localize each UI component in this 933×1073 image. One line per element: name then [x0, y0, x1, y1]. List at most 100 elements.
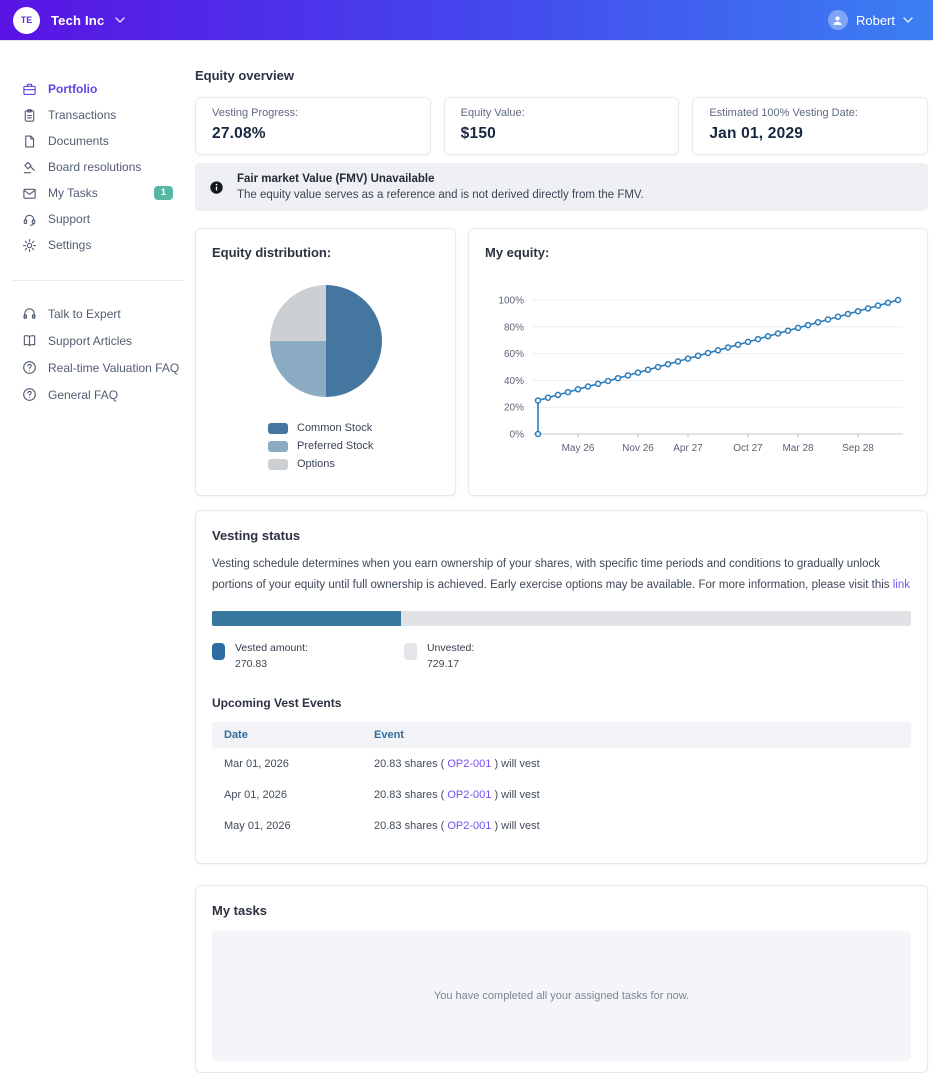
- legend-item-common-stock: Common Stock: [268, 422, 439, 434]
- equity-distribution-chart: [212, 284, 439, 398]
- vest-event-date: Mar 01, 2026: [224, 758, 289, 771]
- sidebar-item-label: Talk to Expert: [48, 306, 121, 321]
- legend-label: Vested amount:: [235, 641, 308, 654]
- line-chart-title: My equity:: [485, 245, 550, 260]
- stats-row: Vesting Progress: 27.08% Equity Value: $150…: [195, 97, 929, 155]
- vest-event-row: Mar 01, 2026 20.83 shares ( OP2-001 ) wil…: [212, 748, 911, 779]
- question-icon: [22, 387, 37, 402]
- sidebar-item-support[interactable]: Support: [22, 206, 195, 232]
- portfolio-icon: [22, 82, 37, 97]
- documents-icon: [22, 134, 37, 149]
- sidebar-item-label: Support Articles: [48, 333, 133, 348]
- svg-text:20%: 20%: [504, 403, 524, 414]
- my-tasks-title: My tasks: [212, 903, 267, 919]
- stat-value: Jan 01, 2029: [709, 125, 804, 142]
- grant-link[interactable]: OP2-001: [447, 758, 491, 770]
- user-menu[interactable]: Robert: [827, 10, 913, 30]
- sidebar-item-label: Portfolio: [48, 82, 98, 96]
- tasks-empty-state: You have completed all your assigned tas…: [212, 931, 911, 1062]
- upcoming-vest-events-title: Upcoming Vest Events: [212, 696, 342, 711]
- event-text: ) will vest: [491, 789, 540, 802]
- equity-distribution-card: Equity distribution: Common Stock Preferr…: [195, 228, 456, 496]
- sidebar-item-label: General FAQ: [48, 387, 119, 402]
- topbar: TE Tech Inc Robert: [0, 0, 933, 41]
- sidebar-item-support-articles[interactable]: Support Articles: [22, 327, 184, 354]
- legend-swatch: [268, 422, 288, 434]
- vest-event-description: 20.83 shares ( OP2-001 ) will vest: [374, 758, 899, 770]
- svg-text:0%: 0%: [510, 430, 525, 441]
- svg-text:60%: 60%: [504, 349, 524, 360]
- user-avatar-icon: [827, 10, 848, 30]
- svg-text:Mar 28: Mar 28: [782, 443, 814, 454]
- sidebar-item-transactions[interactable]: Transactions: [22, 102, 195, 128]
- sidebar-item-general-faq[interactable]: General FAQ: [22, 381, 184, 408]
- my-equity-chart: 0% 20% 40% 60% 80% 100% May 26 Nov 26 Apr 27 Oct …: [485, 286, 911, 477]
- stat-card-equity-value: Equity Value: $150: [443, 97, 680, 155]
- vest-event-date: May 01, 2026: [224, 820, 291, 833]
- vesting-legend-item-unvested: Unvested: 729.17: [403, 640, 475, 673]
- grant-link[interactable]: OP2-001: [447, 820, 491, 832]
- board-resolutions-icon: [22, 160, 37, 175]
- column-header-event: Event: [374, 729, 404, 742]
- banner-title: Fair market Value (FMV) Unavailable: [237, 173, 435, 185]
- stat-card-vesting-progress: Vesting Progress: 27.08%: [195, 97, 431, 155]
- my-tasks-card: My tasks You have completed all your ass…: [195, 885, 928, 1073]
- legend-swatch: [268, 440, 288, 452]
- vest-event-description: 20.83 shares ( OP2-001 ) will vest: [374, 789, 899, 801]
- sidebar-item-talk-to-expert[interactable]: Talk to Expert: [22, 300, 184, 327]
- event-text: 20.83 shares (: [374, 820, 448, 833]
- sidebar-item-label: Transactions: [48, 108, 117, 122]
- vest-event-description: 20.83 shares ( OP2-001 ) will vest: [374, 820, 899, 832]
- book-icon: [22, 333, 37, 348]
- event-text: 20.83 shares (: [374, 789, 448, 802]
- transactions-icon: [22, 108, 37, 123]
- vesting-description: Vesting schedule determines when you ear…: [212, 554, 911, 597]
- sidebar-item-label: Support: [48, 212, 91, 226]
- vesting-description-text: Vesting schedule determines when you ear…: [212, 558, 893, 592]
- event-text: ) will vest: [491, 820, 540, 833]
- sidebar-secondary: Talk to Expert Support Articles Real-time …: [12, 280, 184, 408]
- sidebar-item-portfolio[interactable]: Portfolio: [22, 76, 195, 102]
- support-icon: [22, 212, 37, 227]
- vesting-info-link[interactable]: link: [893, 579, 910, 591]
- vesting-progress-fill: [212, 610, 402, 626]
- page-title: Equity overview: [195, 68, 294, 83]
- event-text: ) will vest: [491, 758, 540, 771]
- question-icon: [22, 360, 37, 375]
- sidebar-item-board-resolutions[interactable]: Board resolutions: [22, 154, 195, 180]
- svg-text:Oct 27: Oct 27: [733, 443, 763, 454]
- legend-item-preferred-stock: Preferred Stock: [268, 440, 439, 452]
- sidebar-item-settings[interactable]: Settings: [22, 232, 195, 258]
- vest-event-row: May 01, 2026 20.83 shares ( OP2-001 ) wil…: [212, 810, 911, 841]
- vest-events-body: Mar 01, 2026 20.83 shares ( OP2-001 ) wil…: [212, 748, 911, 841]
- pie-chart-title: Equity distribution:: [212, 245, 332, 260]
- sidebar-item-documents[interactable]: Documents: [22, 128, 195, 154]
- stat-label: Estimated 100% Vesting Date:: [709, 107, 858, 119]
- legend-label: Unvested:: [426, 641, 475, 654]
- grant-link[interactable]: OP2-001: [447, 789, 491, 801]
- vest-events-table-header: Date Event: [212, 722, 911, 749]
- sidebar: Portfolio Transactions Documents Board reso…: [0, 41, 195, 1073]
- stat-label: Equity Value:: [460, 107, 525, 119]
- vesting-progress-bar: [212, 610, 911, 626]
- settings-icon: [22, 238, 37, 253]
- chevron-down-icon: [903, 17, 913, 23]
- tasks-count-badge: 1: [153, 186, 173, 200]
- fmv-banner: Fair market Value (FMV) Unavailable The …: [195, 163, 928, 211]
- svg-text:May 26: May 26: [562, 443, 595, 454]
- app-root: TE Tech Inc Robert Portfolio Transactions…: [0, 0, 933, 1073]
- vesting-status-title: Vesting status: [212, 528, 301, 543]
- headphones-icon: [22, 306, 37, 321]
- sidebar-item-real-time-valuation-faq[interactable]: Real-time Valuation FAQ: [22, 354, 184, 381]
- sidebar-item-my-tasks[interactable]: My Tasks 1: [22, 180, 195, 206]
- legend-value: 270.83: [235, 657, 268, 670]
- legend-swatch: [403, 642, 417, 660]
- company-switcher[interactable]: TE Tech Inc: [13, 6, 126, 34]
- stat-card-estimated-100-vesting-date: Estimated 100% Vesting Date: Jan 01, 2029: [692, 97, 929, 155]
- svg-text:Apr 27: Apr 27: [673, 443, 703, 454]
- main-content: Equity overview Vesting Progress: 27.08% E…: [195, 41, 929, 1073]
- vest-event-date: Apr 01, 2026: [224, 789, 287, 802]
- sidebar-item-label: Board resolutions: [48, 160, 142, 174]
- svg-text:100%: 100%: [498, 296, 524, 307]
- vesting-legend-item-vested-amount: Vested amount: 270.83: [212, 640, 308, 673]
